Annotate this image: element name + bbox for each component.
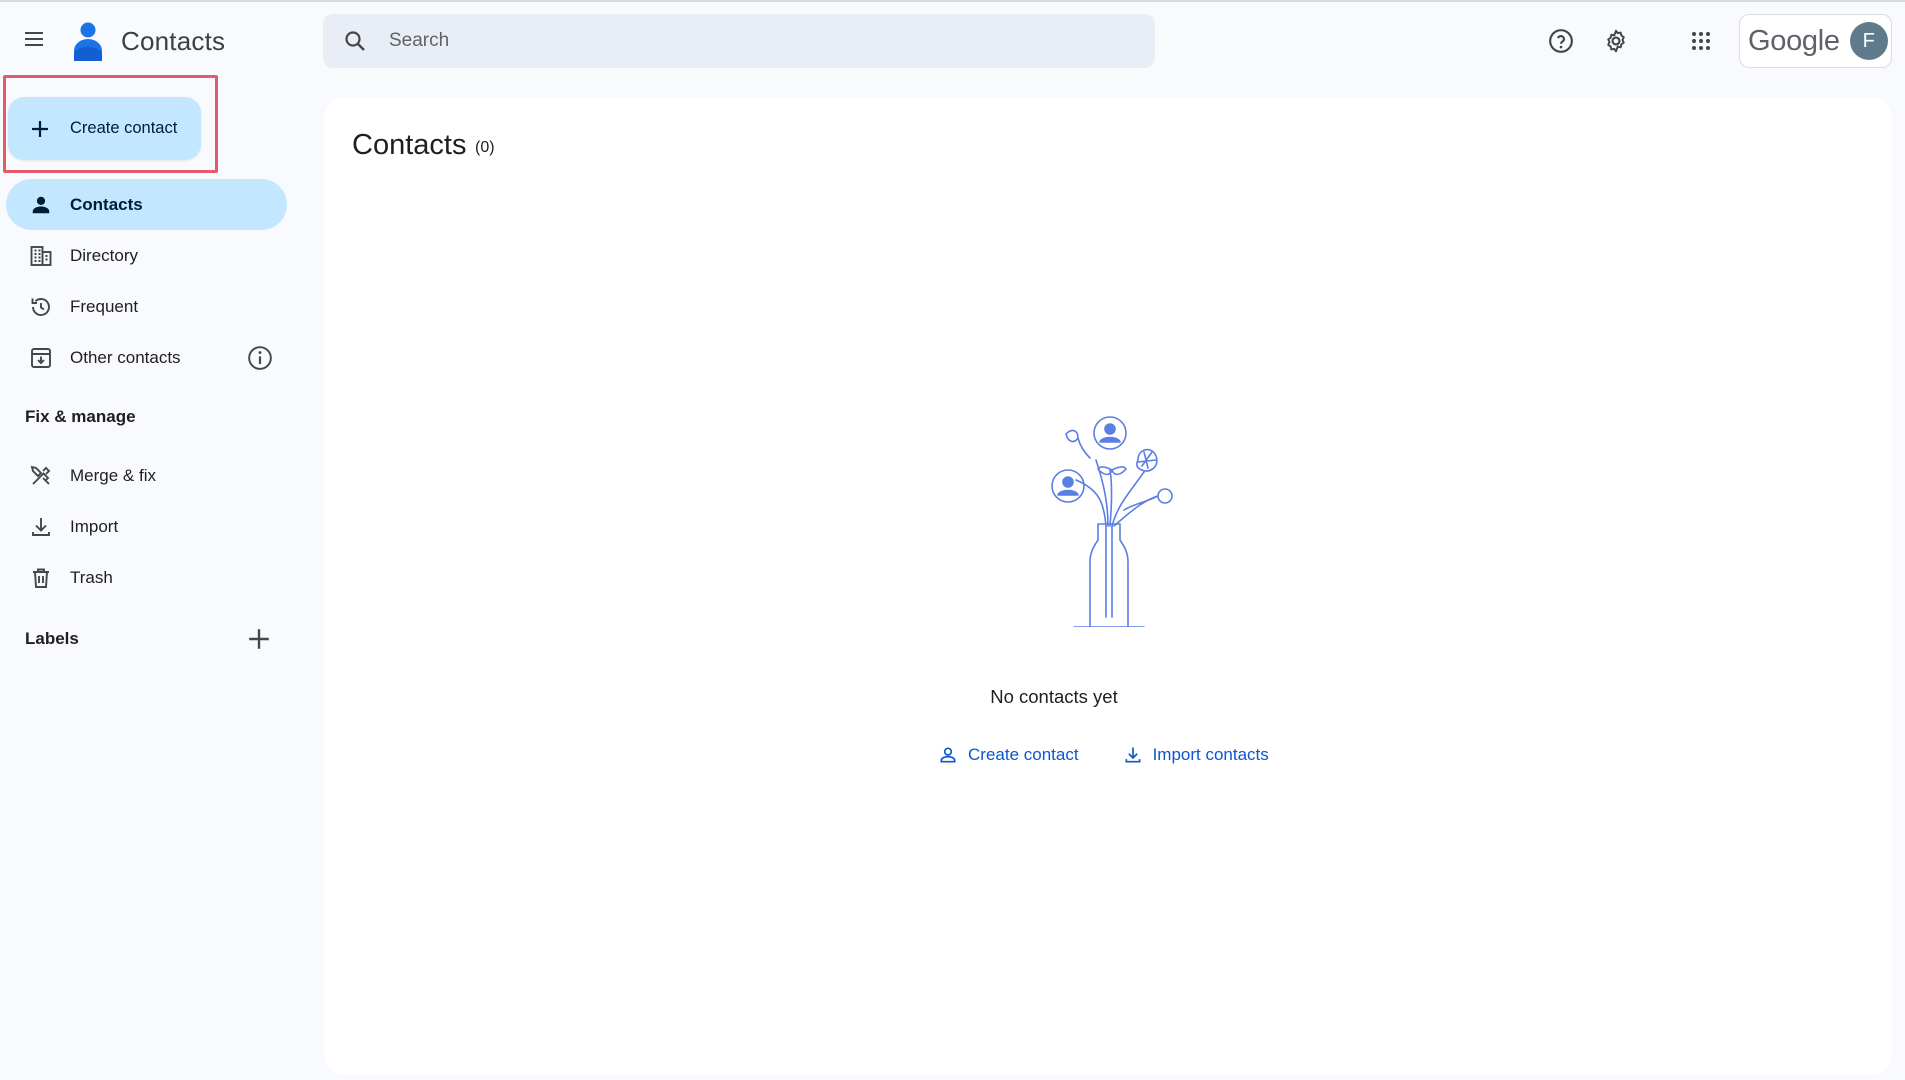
person-icon: [28, 192, 54, 218]
add-label-icon[interactable]: [246, 626, 272, 652]
create-contact-link-label: Create contact: [968, 745, 1079, 764]
sidebar-item-label: Import: [70, 516, 119, 536]
sidebar-item-import[interactable]: Import: [6, 501, 287, 552]
sidebar-item-merge-fix[interactable]: Merge & fix: [6, 450, 287, 501]
download-icon: [1125, 747, 1141, 763]
menu-icon: [25, 32, 43, 46]
import-contacts-link-label: Import contacts: [1152, 745, 1269, 764]
sidebar-item-label: Merge & fix: [70, 465, 156, 485]
main-panel: Contacts (0) No contacts yet Create cont…: [324, 97, 1892, 1075]
building-icon: [28, 243, 54, 269]
empty-state-illustration-icon: [1051, 416, 1173, 627]
main-menu-button[interactable]: [14, 19, 54, 59]
sidebar-item-label: Other contacts: [70, 347, 181, 367]
info-icon[interactable]: [247, 345, 273, 371]
empty-state-actions: Create contact Import contacts: [938, 745, 1313, 765]
search-bar[interactable]: [323, 14, 1155, 68]
trash-icon: [28, 565, 54, 591]
labels-header: Labels: [25, 629, 79, 648]
sidebar-item-label: Trash: [70, 567, 113, 587]
search-icon[interactable]: [343, 29, 367, 53]
settings-icon: [1607, 29, 1625, 53]
top-bar: Contacts Google F: [0, 2, 1905, 80]
contacts-logo-icon[interactable]: [70, 21, 106, 61]
history-icon: [28, 294, 54, 320]
sidebar-item-trash[interactable]: Trash: [6, 552, 287, 603]
tools-icon: [28, 463, 54, 489]
sidebar-nav: Contacts Directory Frequent Other contac…: [6, 179, 287, 383]
fix-manage-nav: Merge & fix Import Trash: [6, 450, 287, 603]
fix-manage-header: Fix & manage: [25, 407, 136, 426]
person-outline-icon: [940, 747, 956, 763]
sidebar-item-other-contacts[interactable]: Other contacts: [6, 332, 287, 383]
app-title[interactable]: Contacts: [121, 26, 225, 57]
sidebar-item-label: Contacts: [70, 194, 143, 214]
help-icon: [1549, 29, 1573, 53]
google-logo: Google: [1748, 24, 1840, 57]
download-icon: [28, 514, 54, 540]
sidebar-item-label: Directory: [70, 245, 139, 265]
import-contacts-link[interactable]: Import contacts: [1123, 745, 1269, 765]
contact-count: (0): [475, 139, 495, 156]
page-title: Contacts: [352, 129, 467, 161]
account-chip[interactable]: Google F: [1739, 14, 1892, 68]
create-contact-link[interactable]: Create contact: [938, 745, 1079, 765]
apps-grid-icon: [1692, 32, 1710, 50]
empty-state-message: No contacts yet: [990, 686, 1118, 707]
apps-button[interactable]: [1681, 21, 1721, 61]
avatar[interactable]: F: [1849, 22, 1888, 60]
sidebar-item-contacts[interactable]: Contacts: [6, 179, 287, 230]
search-input[interactable]: [389, 30, 1129, 52]
highlight-box: [3, 75, 218, 173]
sidebar-item-directory[interactable]: Directory: [6, 230, 287, 281]
help-button[interactable]: [1541, 21, 1581, 61]
inbox-download-icon: [28, 345, 54, 371]
sidebar-item-frequent[interactable]: Frequent: [6, 281, 287, 332]
sidebar-item-label: Frequent: [70, 296, 139, 316]
settings-button[interactable]: [1596, 21, 1636, 61]
